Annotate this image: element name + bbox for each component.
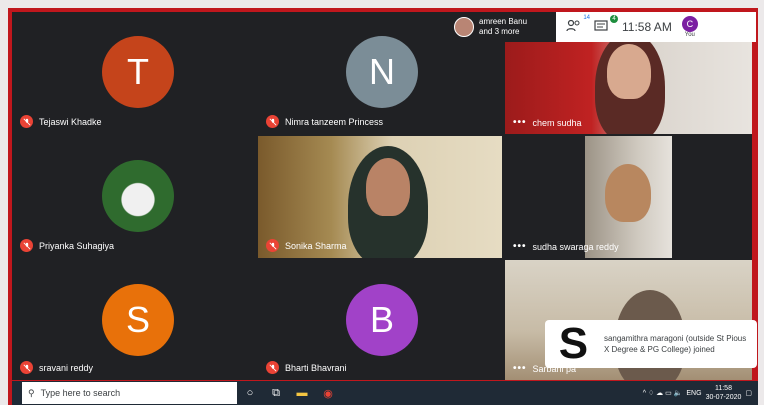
search-placeholder: Type here to search (40, 388, 121, 398)
presenter-name: amreen Banu (479, 17, 528, 26)
search-icon: ⚲ (28, 387, 35, 398)
participant-name-row: Priyanka Suhagiya (20, 239, 114, 252)
participant-name: Priyanka Suhagiya (39, 240, 115, 251)
meeting-time: 11:58 AM (622, 20, 672, 34)
participant-video-tile[interactable]: Sonika Sharma (258, 136, 502, 258)
language-indicator[interactable]: ENG (686, 390, 701, 397)
taskbar-clock[interactable]: 11:58 30-07-2020 (706, 384, 742, 402)
system-tray: ^ ♢ ☁ ▭ 🔈 ENG 11:58 30-07-2020 ▢ (643, 384, 758, 402)
mic-off-icon (20, 239, 33, 252)
chat-icon (594, 20, 608, 31)
participant-tile[interactable]: T Tejaswi Khadke (12, 12, 256, 134)
participant-name: Tejaswi Khadke (39, 116, 102, 127)
self-avatar[interactable]: C You (681, 16, 698, 38)
speaking-dots-icon: ••• (513, 117, 527, 128)
participant-name-row: Sonika Sharma (266, 239, 347, 252)
self-initial: C (681, 16, 698, 32)
participant-name-row: ••• chem sudha (513, 117, 582, 128)
avatar: B (346, 284, 418, 356)
participant-video-tile[interactable]: ••• sudha swaraga reddy (505, 136, 752, 258)
participant-face (366, 158, 410, 216)
participant-name: sravani reddy (39, 362, 94, 373)
speaking-dots-icon: ••• (513, 363, 527, 374)
participant-name: sudha swaraga reddy (532, 241, 619, 252)
participant-tile[interactable]: B Bharti Bhavrani (258, 260, 502, 380)
presenter-label: amreen Banu and 3 more (479, 17, 527, 37)
avatar-photo (102, 160, 174, 232)
clock-date: 30-07-2020 (705, 394, 742, 401)
participant-name: Nimra tanzeem Princess (285, 116, 384, 127)
people-button[interactable]: 14 (566, 15, 590, 34)
notification-icon[interactable]: ▢ (745, 389, 752, 397)
participant-name-row: ••• sudha swaraga reddy (513, 241, 619, 252)
windows-taskbar: ⚲ Type here to search ○ ⧉ ▬ ◉ ^ ♢ ☁ ▭ 🔈 … (12, 381, 758, 405)
self-label: You (684, 32, 695, 38)
avatar: T (102, 36, 174, 108)
presenter-more: and 3 more (479, 27, 520, 36)
clock-time: 11:58 (714, 385, 732, 392)
toast-message: sangamithra maragoni (outside St Pious X… (603, 334, 747, 354)
tray-icons[interactable]: ^ ♢ ☁ ▭ 🔈 (643, 389, 683, 397)
mic-off-icon (20, 361, 33, 374)
taskbar-search[interactable]: ⚲ Type here to search (22, 382, 237, 404)
participant-name: Sonika Sharma (285, 240, 347, 251)
participant-face (605, 164, 651, 222)
chrome-icon[interactable]: ◉ (315, 382, 341, 404)
mic-off-icon (20, 115, 33, 128)
people-count: 14 (583, 15, 590, 21)
participant-name-row: Nimra tanzeem Princess (266, 115, 383, 128)
presenter-avatar (454, 17, 474, 37)
participants-chip[interactable]: amreen Banu and 3 more (450, 12, 560, 42)
participant-name-row: Tejaswi Khadke (20, 115, 102, 128)
chat-count: 4 (610, 15, 618, 23)
participant-name-row: sravani reddy (20, 361, 93, 374)
participant-name: chem sudha (532, 117, 582, 128)
participant-name: Bharti Bhavrani (285, 362, 347, 373)
mic-off-icon (266, 115, 279, 128)
avatar: N (346, 36, 418, 108)
toast-initial: S (558, 319, 589, 368)
task-view-icon[interactable]: ⧉ (263, 382, 289, 404)
mic-off-icon (266, 239, 279, 252)
chat-button[interactable]: 4 (594, 15, 618, 34)
participant-face (607, 44, 651, 99)
join-notification: S sangamithra maragoni (outside St Pious… (545, 319, 757, 368)
meeting-status-bar: 14 4 11:58 AM C You (556, 12, 756, 42)
file-explorer-icon[interactable]: ▬ (289, 382, 315, 404)
avatar: S (102, 284, 174, 356)
participant-name-row: Bharti Bhavrani (266, 361, 347, 374)
speaking-dots-icon: ••• (513, 241, 527, 252)
cortana-icon[interactable]: ○ (237, 382, 263, 404)
mic-off-icon (266, 361, 279, 374)
participant-tile[interactable]: S sravani reddy (12, 260, 256, 380)
people-icon (566, 19, 580, 32)
participant-tile[interactable]: Priyanka Suhagiya (12, 136, 256, 258)
